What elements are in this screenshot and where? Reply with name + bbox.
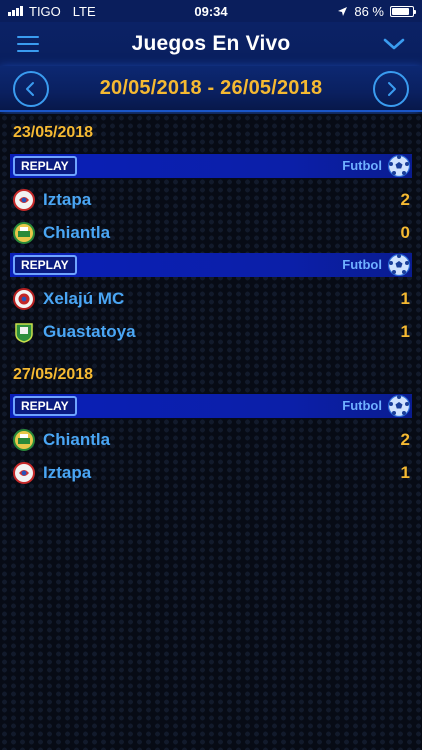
- match-header-bar: REPLAY Futbol: [10, 253, 412, 277]
- sport-label: Futbol: [342, 398, 382, 413]
- chiantla-logo-icon: [13, 222, 35, 244]
- sport-label: Futbol: [342, 158, 382, 173]
- match-header-bar: REPLAY Futbol: [10, 154, 412, 178]
- date-range-label: 20/05/2018 - 26/05/2018: [99, 76, 323, 99]
- soccer-ball-icon: [387, 154, 411, 178]
- team-row[interactable]: Chiantla 2: [0, 426, 422, 454]
- team-score: 1: [400, 322, 410, 341]
- battery-icon: [390, 5, 416, 17]
- team-name: Iztapa: [43, 190, 92, 209]
- guastatoya-logo-icon: [15, 323, 33, 343]
- iztapa-logo-icon: [13, 462, 35, 484]
- nav-bar: Juegos En Vivo: [0, 22, 422, 66]
- team-name: Xelajú MC: [43, 289, 125, 308]
- status-bar: TIGO LTE 09:34 86 %: [0, 0, 422, 22]
- team-score: 1: [400, 463, 410, 482]
- hamburger-menu-icon[interactable]: [17, 36, 39, 52]
- replay-button[interactable]: REPLAY: [13, 156, 77, 176]
- team-row[interactable]: Xelajú MC 1: [0, 285, 422, 313]
- team-score: 2: [400, 430, 410, 449]
- team-name: Guastatoya: [43, 322, 136, 341]
- chevron-down-icon[interactable]: [382, 34, 406, 54]
- team-name: Iztapa: [43, 463, 92, 482]
- page-title: Juegos En Vivo: [131, 32, 291, 55]
- location-arrow-icon: [338, 6, 348, 16]
- soccer-ball-icon: [387, 253, 411, 277]
- team-row[interactable]: Chiantla 0: [0, 219, 422, 247]
- replay-button[interactable]: REPLAY: [13, 255, 77, 275]
- network-label: LTE: [72, 3, 96, 19]
- team-name: Chiantla: [43, 430, 111, 449]
- team-row[interactable]: Iztapa 1: [0, 459, 422, 487]
- soccer-ball-icon: [387, 394, 411, 418]
- team-score: 2: [400, 190, 410, 209]
- xelaju-logo-icon: [13, 288, 35, 310]
- date-range-bar: 20/05/2018 - 26/05/2018: [0, 66, 422, 112]
- team-row[interactable]: Iztapa 2: [0, 186, 422, 214]
- battery-percent: 86 %: [354, 3, 384, 19]
- day-date-header: 23/05/2018: [13, 124, 94, 141]
- previous-week-button[interactable]: [13, 71, 49, 107]
- matches-list: 23/05/2018 REPLAY Futbol Iztapa 2 Chiant…: [0, 114, 422, 750]
- replay-button[interactable]: REPLAY: [13, 396, 77, 416]
- chevron-right-icon: [388, 82, 396, 96]
- iztapa-logo-icon: [13, 189, 35, 211]
- day-date-header: 27/05/2018: [13, 366, 94, 383]
- chiantla-logo-icon: [13, 429, 35, 451]
- next-week-button[interactable]: [373, 71, 409, 107]
- match-header-bar: REPLAY Futbol: [10, 394, 412, 418]
- team-score: 1: [400, 289, 410, 308]
- chevron-left-icon: [26, 82, 34, 96]
- carrier-label: TIGO: [29, 3, 61, 19]
- sport-label: Futbol: [342, 257, 382, 272]
- team-score: 0: [400, 223, 410, 242]
- team-row[interactable]: Guastatoya 1: [0, 318, 422, 346]
- signal-icon: [8, 6, 23, 16]
- team-name: Chiantla: [43, 223, 111, 242]
